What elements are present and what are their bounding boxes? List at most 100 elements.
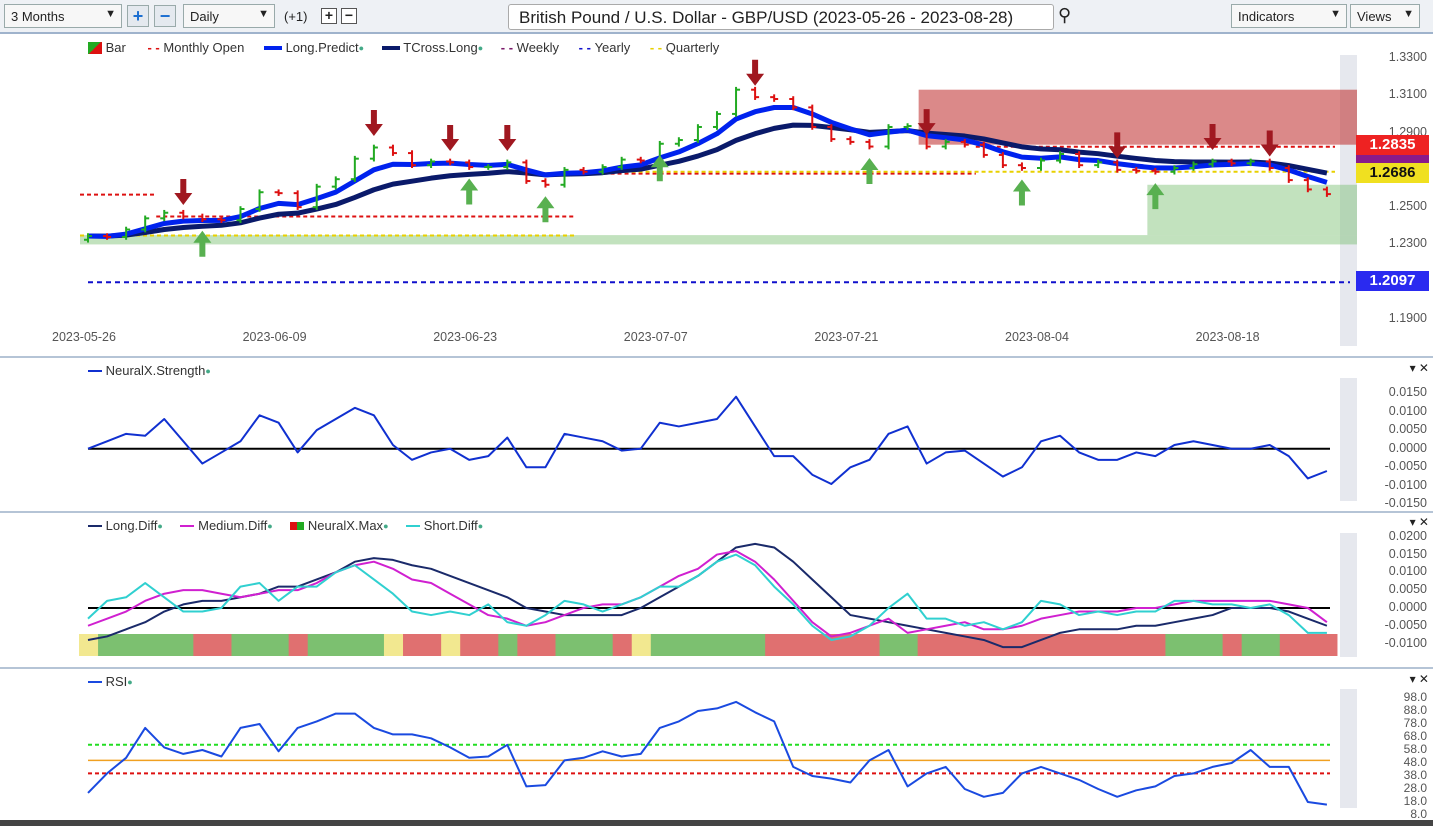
y-tick-label: 1.2300 — [1388, 236, 1427, 251]
legend-long-diff: Long.Diff — [105, 518, 158, 534]
scrollbar — [1340, 533, 1357, 657]
neuralx-max-cell — [269, 634, 290, 656]
neuralx-max-cell — [403, 634, 423, 656]
neuralx-max-cell — [860, 634, 881, 656]
price-legend: Bar - - Monthly Open Long.Predict● TCros… — [88, 39, 719, 55]
y-tick-label: 1.1900 — [1388, 311, 1427, 325]
panel-menu-close[interactable]: ▾ ✕ — [1410, 515, 1429, 529]
panel-menu-close[interactable]: ▾ ✕ — [1410, 361, 1429, 375]
neuralx-max-cell — [174, 634, 194, 656]
sell-arrow-icon — [174, 179, 193, 206]
price-label-yearly: 1.2097 — [1356, 271, 1429, 291]
range-select[interactable]: 3 Months ▼ — [4, 4, 122, 28]
diff-chart[interactable] — [0, 513, 1433, 669]
legend-quarterly: Quarterly — [665, 40, 720, 56]
neuralx-max-cell — [536, 634, 556, 656]
price-panel[interactable]: Bar - - Monthly Open Long.Predict● TCros… — [0, 35, 1433, 358]
neuralx-max-cell — [479, 634, 499, 656]
x-tick-label: 2023-08-04 — [1005, 330, 1069, 344]
neuralx-max-cell — [1089, 634, 1109, 656]
support-zone — [80, 235, 1357, 245]
zoom-out-button[interactable]: − — [154, 5, 176, 27]
neuralx-max-cell — [1051, 634, 1071, 656]
y-tick-label: 1.3100 — [1388, 87, 1427, 102]
neuralx-max-cell — [1279, 634, 1300, 656]
short-diff-line — [87, 553, 1327, 641]
support-zone — [1147, 184, 1357, 236]
chevron-down-icon: ▼ — [105, 8, 116, 20]
x-tick-label: 2023-06-23 — [433, 330, 498, 344]
neuralx-max-cell — [117, 634, 137, 656]
neuralx-max-cell — [688, 634, 709, 656]
panel-menu-close[interactable]: ▾ ✕ — [1410, 672, 1429, 686]
rsi-chart[interactable] — [0, 669, 1433, 820]
buy-arrow-icon — [1012, 179, 1031, 206]
neuralx-max-cell — [974, 634, 995, 656]
legend-weekly: Weekly — [516, 40, 560, 56]
indicators-dropdown[interactable]: Indicators ▼ — [1231, 4, 1347, 28]
neuralx-max-cell — [383, 634, 404, 656]
legend-bar: Bar — [105, 40, 126, 56]
strength-panel[interactable]: NeuralX.Strength● ▾ ✕ 0.0150 0.0100 0.0050… — [0, 358, 1433, 513]
rsi-panel[interactable]: RSI● ▾ ✕ 98.0 88.0 78.0 68.0 58.0 48.0 38.0 28.… — [0, 669, 1433, 821]
offset-label: (+1) — [284, 9, 308, 24]
neuralx-strength-line — [87, 395, 1328, 485]
buy-arrow-icon — [536, 196, 555, 223]
y-tick-label: 0.0050 — [1388, 582, 1427, 597]
x-tick-label: 2023-07-21 — [814, 330, 879, 344]
price-label-quarterly: 1.2686 — [1356, 163, 1429, 183]
neuralx-max-cell — [612, 634, 633, 656]
neuralx-max-cell — [250, 634, 271, 656]
interval-select[interactable]: Daily ▼ — [183, 4, 275, 28]
neuralx-max-cell — [936, 634, 957, 656]
neuralx-max-cell — [345, 634, 366, 656]
y-tick-label: 1.3300 — [1388, 50, 1427, 64]
y-tick-label: -0.0150 — [1384, 496, 1427, 511]
neuralx-max-cell — [879, 634, 900, 656]
neuralx-max-cell — [155, 634, 175, 656]
rsi-legend: RSI● — [88, 673, 133, 689]
x-tick-label: 2023-06-09 — [242, 330, 307, 344]
x-tick-label: 2023-05-26 — [52, 330, 116, 344]
y-tick-label: -0.0100 — [1384, 635, 1427, 650]
indicators-label: Indicators — [1238, 9, 1295, 24]
interval-value: Daily — [190, 9, 219, 24]
y-tick-label: 0.0150 — [1388, 546, 1427, 561]
views-dropdown[interactable]: Views ▼ — [1350, 4, 1420, 28]
scrollbar — [1340, 689, 1357, 808]
offset-plus-button[interactable]: + — [321, 8, 337, 24]
neuralx-max-cell — [1108, 634, 1128, 656]
symbol-title-field[interactable]: British Pound / U.S. Dollar - GBP/USD (2… — [508, 4, 1054, 30]
neuralx-max-cell — [707, 634, 728, 656]
search-icon[interactable]: ⚲ — [1058, 5, 1071, 26]
neuralx-max-cell — [650, 634, 671, 656]
neuralx-max-cell — [288, 634, 309, 656]
neuralx-max-cell — [1222, 634, 1243, 656]
bar-swatch-icon — [88, 41, 102, 54]
neuralx-max-cell — [593, 634, 614, 656]
neuralx-max-cell — [212, 634, 232, 656]
y-tick-label: -0.0050 — [1384, 459, 1427, 474]
strength-chart[interactable] — [0, 358, 1433, 513]
zoom-in-button[interactable]: + — [127, 5, 149, 27]
neuralx-max-cell — [1127, 634, 1147, 656]
neuralx-max-cell — [669, 634, 690, 656]
neuralx-max-cell — [364, 634, 385, 656]
diff-panel[interactable]: Long.Diff● Medium.Diff● NeuralX.Max● Sho… — [0, 513, 1433, 669]
neuralx-max-cell — [1298, 634, 1319, 656]
medium-diff-line — [87, 550, 1328, 638]
legend-tcross-long: TCross.Long — [403, 40, 478, 56]
chevron-down-icon: ▼ — [1330, 8, 1341, 20]
neuralx-max-cell — [555, 634, 576, 656]
resistance-zone — [918, 89, 1357, 145]
diff-legend: Long.Diff● Medium.Diff● NeuralX.Max● Sho… — [88, 517, 483, 533]
views-label: Views — [1357, 9, 1392, 24]
offset-minus-button[interactable]: − — [341, 8, 357, 24]
neuralx-max-cell — [631, 634, 652, 656]
y-tick-label: -0.0100 — [1384, 477, 1427, 492]
neuralx-max-cell — [1146, 634, 1166, 656]
legend-short-diff: Short.Diff — [423, 518, 478, 534]
price-chart[interactable] — [0, 35, 1433, 358]
x-tick-label: 2023-08-18 — [1195, 330, 1260, 344]
range-value: 3 Months — [11, 9, 65, 24]
